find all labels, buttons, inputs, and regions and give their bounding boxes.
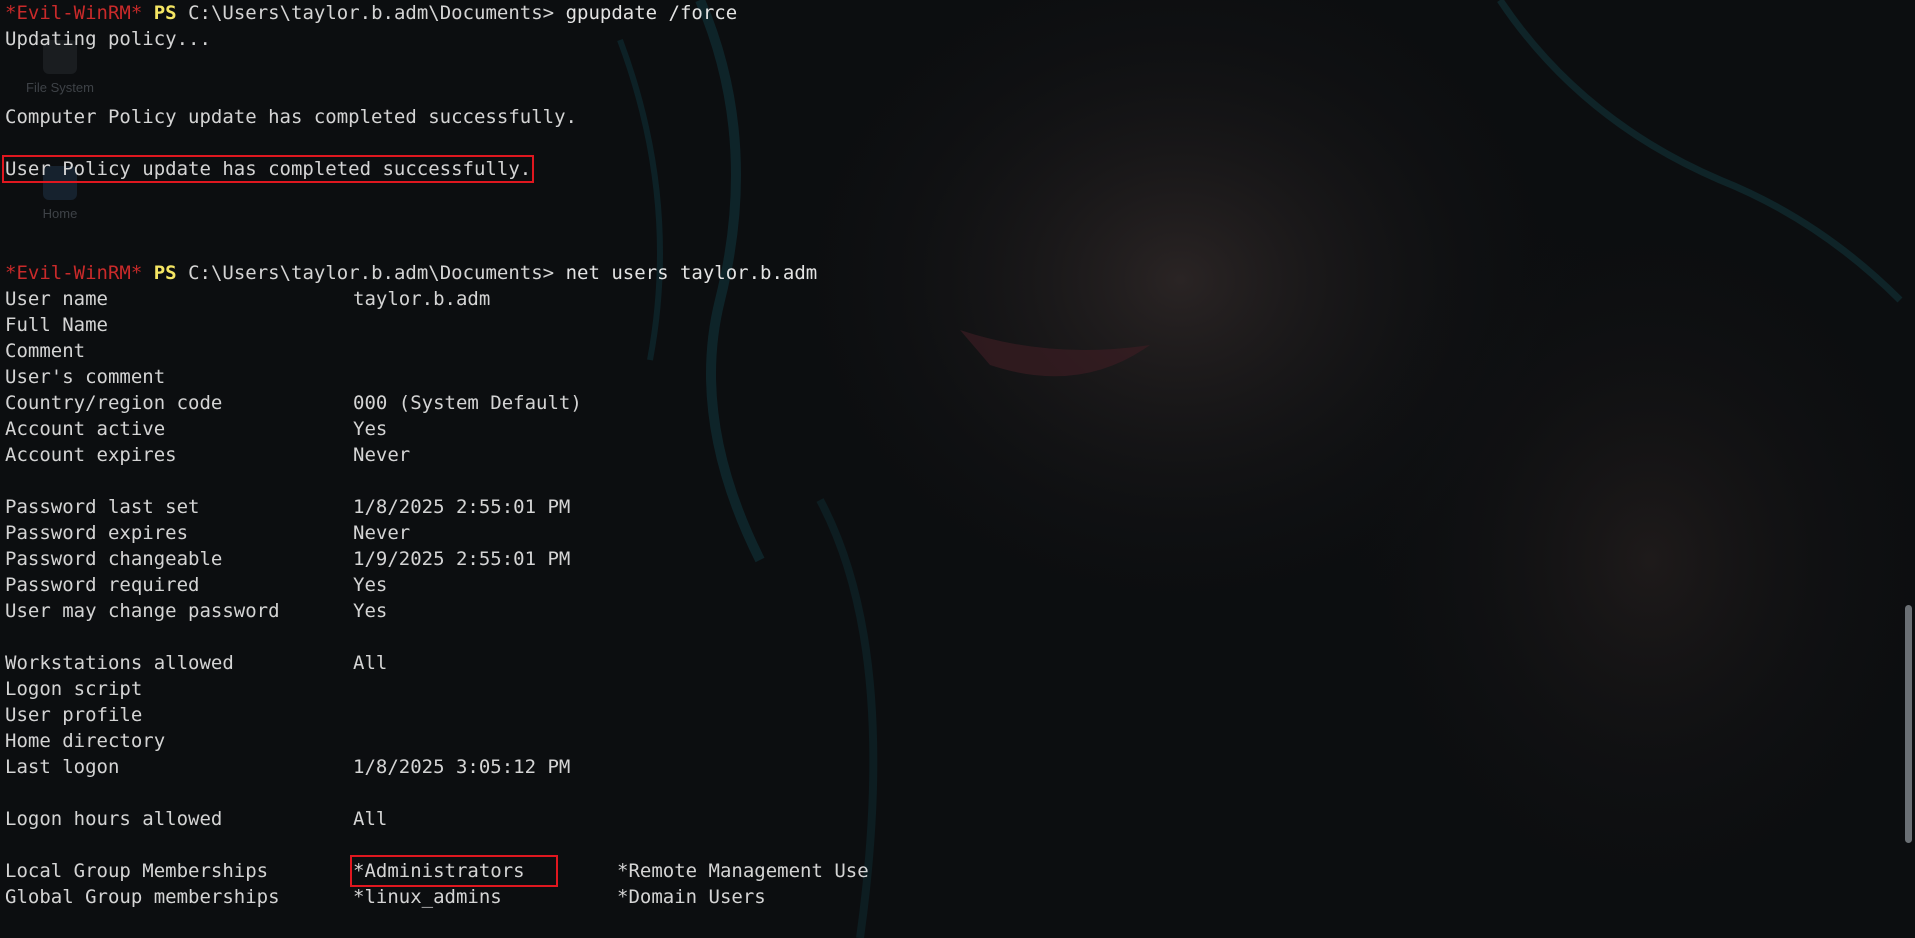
field-label: Account expires (5, 444, 177, 466)
user-info-row: Password required Yes (5, 572, 1895, 598)
field-label: Password expires (5, 522, 189, 544)
user-info-row: User's comment (5, 364, 1895, 390)
user-info-row: Home directory (5, 728, 1895, 754)
field-label: Password changeable (5, 548, 223, 570)
group-row-global: Global Group memberships *linux_admins *Do… (5, 884, 1895, 910)
field-value: Yes (353, 574, 388, 596)
command-text: net users taylor.b.adm (565, 262, 818, 284)
field-label: Country/region code (5, 392, 223, 414)
field-value: 000 (System Default) (353, 392, 582, 414)
field-label: Home directory (5, 730, 166, 752)
field-value: Never (353, 522, 411, 544)
field-label: Account active (5, 418, 166, 440)
user-info-row: Account active Yes (5, 416, 1895, 442)
field-value: All (353, 652, 388, 674)
user-info-row: Last logon 1/8/2025 3:05:12 PM (5, 754, 1895, 780)
prompt-tag: *Evil-WinRM* (5, 2, 143, 24)
user-info-row: Workstations allowed All (5, 650, 1895, 676)
field-value: Yes (353, 600, 388, 622)
user-info-row: Logon script (5, 676, 1895, 702)
output-line: User Policy update has completed success… (1, 155, 1895, 183)
user-info-row: Password expires Never (5, 520, 1895, 546)
prompt-line: *Evil-WinRM* PS C:\Users\taylor.b.adm\Do… (5, 260, 1895, 286)
user-info-row: User name taylor.b.adm (5, 286, 1895, 312)
prompt-ps: PS (153, 262, 177, 284)
field-label: Local Group Memberships (5, 860, 269, 882)
highlight-administrators: *Administrators (350, 855, 558, 887)
user-info-row: User may change password Yes (5, 598, 1895, 624)
scrollbar-thumb[interactable] (1905, 605, 1912, 843)
field-value: 1/8/2025 3:05:12 PM (353, 756, 571, 778)
field-value: taylor.b.adm (353, 288, 491, 310)
user-info-row: Comment (5, 338, 1895, 364)
field-label: User's comment (5, 366, 166, 388)
highlight-user-policy: User Policy update has completed success… (1, 155, 535, 183)
prompt-tag: *Evil-WinRM* (5, 262, 143, 284)
field-value: All (353, 808, 388, 830)
prompt-path: C:\Users\taylor.b.adm\Documents> (188, 262, 555, 284)
user-info-row: Account expires Never (5, 442, 1895, 468)
field-label: Full Name (5, 314, 108, 336)
prompt-ps: PS (153, 2, 177, 24)
terminal-output[interactable]: *Evil-WinRM* PS C:\Users\taylor.b.adm\Do… (1, 0, 1895, 938)
field-label: Global Group memberships (5, 886, 280, 908)
prompt-line: *Evil-WinRM* PS C:\Users\taylor.b.adm\Do… (5, 0, 1895, 26)
field-value: 1/8/2025 2:55:01 PM (353, 496, 571, 518)
field-label: User may change password (5, 600, 280, 622)
terminal-scrollbar[interactable] (1901, 0, 1915, 938)
group-second: *Domain Users (617, 886, 766, 908)
user-info-row: Password last set 1/8/2025 2:55:01 PM (5, 494, 1895, 520)
field-label: Workstations allowed (5, 652, 234, 674)
user-info-row: Password changeable 1/9/2025 2:55:01 PM (5, 546, 1895, 572)
field-label: Logon script (5, 678, 143, 700)
field-label: User name (5, 288, 108, 310)
prompt-path: C:\Users\taylor.b.adm\Documents> (188, 2, 555, 24)
field-label: Last logon (5, 756, 120, 778)
field-value: Yes (353, 418, 388, 440)
user-info-row: Country/region code 000 (System Default) (5, 390, 1895, 416)
output-line: Computer Policy update has completed suc… (5, 106, 577, 128)
group-row-local: Local Group Memberships *Administrators *R… (5, 855, 1895, 887)
field-value: Never (353, 444, 411, 466)
user-info-row: Logon hours allowed All (5, 806, 1895, 832)
group-second: *Remote Management Use (617, 860, 869, 882)
field-label: Password required (5, 574, 200, 596)
command-text: gpupdate /force (565, 2, 738, 24)
output-line: Updating policy... (5, 28, 211, 50)
field-value: 1/9/2025 2:55:01 PM (353, 548, 571, 570)
group-first: *linux_admins (353, 886, 502, 908)
user-info-row: User profile (5, 702, 1895, 728)
user-info-row: Full Name (5, 312, 1895, 338)
field-label: User profile (5, 704, 143, 726)
field-label: Comment (5, 340, 86, 362)
field-label: Logon hours allowed (5, 808, 223, 830)
field-label: Password last set (5, 496, 200, 518)
